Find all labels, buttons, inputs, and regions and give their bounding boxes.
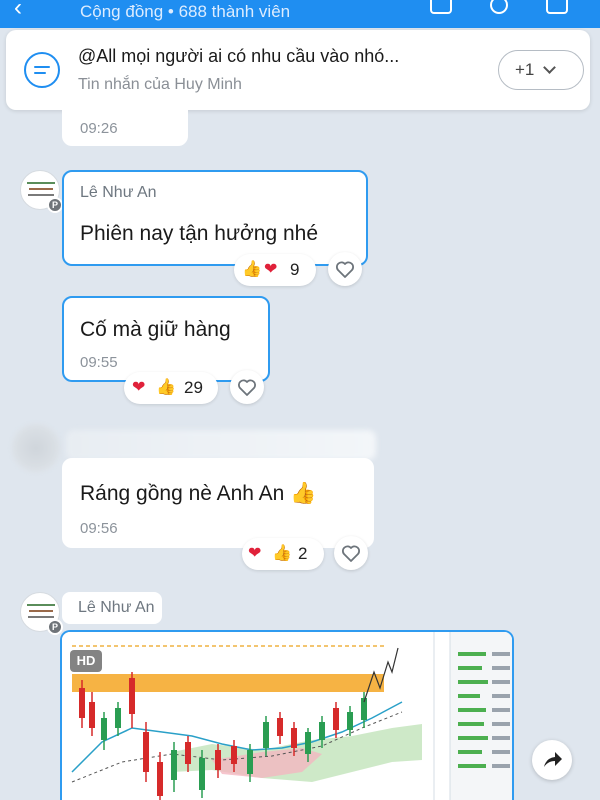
menu-icon[interactable] [546,0,568,14]
heart-icon: ❤ [264,261,278,278]
sender-name-blurred [66,430,376,460]
heart-outline-icon [342,545,360,562]
pinned-message-banner[interactable]: @All mọi người ai có nhu cầu vào nhó... … [6,30,590,110]
message-time: 09:56 [80,520,118,537]
message-time: 09:26 [80,120,118,137]
message-bubble[interactable]: Ráng gồng nè Anh An 👍 09:56 [62,458,374,548]
message-text: Cố mà giữ hàng [80,318,231,341]
share-arrow-icon [544,752,562,767]
reaction-count: 29 [184,378,203,397]
react-button[interactable] [334,536,368,570]
avatar[interactable] [12,424,60,472]
pinned-message-title: @All mọi người ai có nhu cầu vào nhó... [78,46,400,66]
image-attachment[interactable]: HD [60,630,514,800]
stock-chart-image [62,632,512,800]
chevron-down-icon [543,61,556,74]
hd-badge: HD [70,650,102,672]
react-button[interactable] [230,370,264,404]
group-member-count: Cộng đồng • 688 thành viên [80,2,291,21]
react-button[interactable] [328,252,362,286]
more-pinned-button[interactable]: +1 [498,50,584,90]
chat-header: ‹ Cộng đồng • 688 thành viên [0,0,600,28]
video-call-icon[interactable] [430,0,452,14]
reaction-summary[interactable]: ❤ 👍 29 [124,372,218,404]
pinned-message-sender: Tin nhắn của Huy Minh [78,76,242,93]
heart-icon: ❤ [132,379,146,396]
message-icon [24,52,60,88]
sender-name: Lê Như An [78,599,155,616]
reaction-count: 2 [298,544,308,563]
thumbs-up-icon: 👍 [290,482,317,505]
thumbs-up-icon: 👍 [272,545,292,562]
heart-outline-icon [336,261,354,278]
sender-name-bubble: Lê Như An [62,592,162,624]
thumbs-up-icon: 👍 [156,379,176,396]
share-button[interactable] [532,740,572,780]
back-arrow-icon[interactable]: ‹ [14,0,22,22]
message-text: Ráng gồng nè Anh An 👍 [80,482,317,505]
heart-outline-icon [238,379,256,396]
message-text: Phiên nay tận hưởng nhé [80,222,319,245]
thumbs-up-icon: 👍 [242,261,262,278]
admin-badge-icon: P [47,619,63,635]
heart-icon: ❤ [248,545,262,562]
message-bubble[interactable]: Lê Như An Phiên nay tận hưởng nhé [62,170,368,266]
avatar[interactable]: P [20,170,63,213]
reaction-summary[interactable]: ❤ 👍 2 [242,538,324,570]
reaction-summary[interactable]: 👍 ❤ 9 [234,254,316,286]
more-pinned-label: +1 [515,60,535,79]
avatar[interactable]: P [20,592,63,635]
message-time: 09:55 [80,354,118,371]
search-icon[interactable] [490,0,508,14]
message-bubble[interactable]: 09:26 [62,104,188,146]
sender-name: Lê Như An [80,184,157,201]
reaction-count: 9 [290,260,300,279]
admin-badge-icon: P [47,197,63,213]
